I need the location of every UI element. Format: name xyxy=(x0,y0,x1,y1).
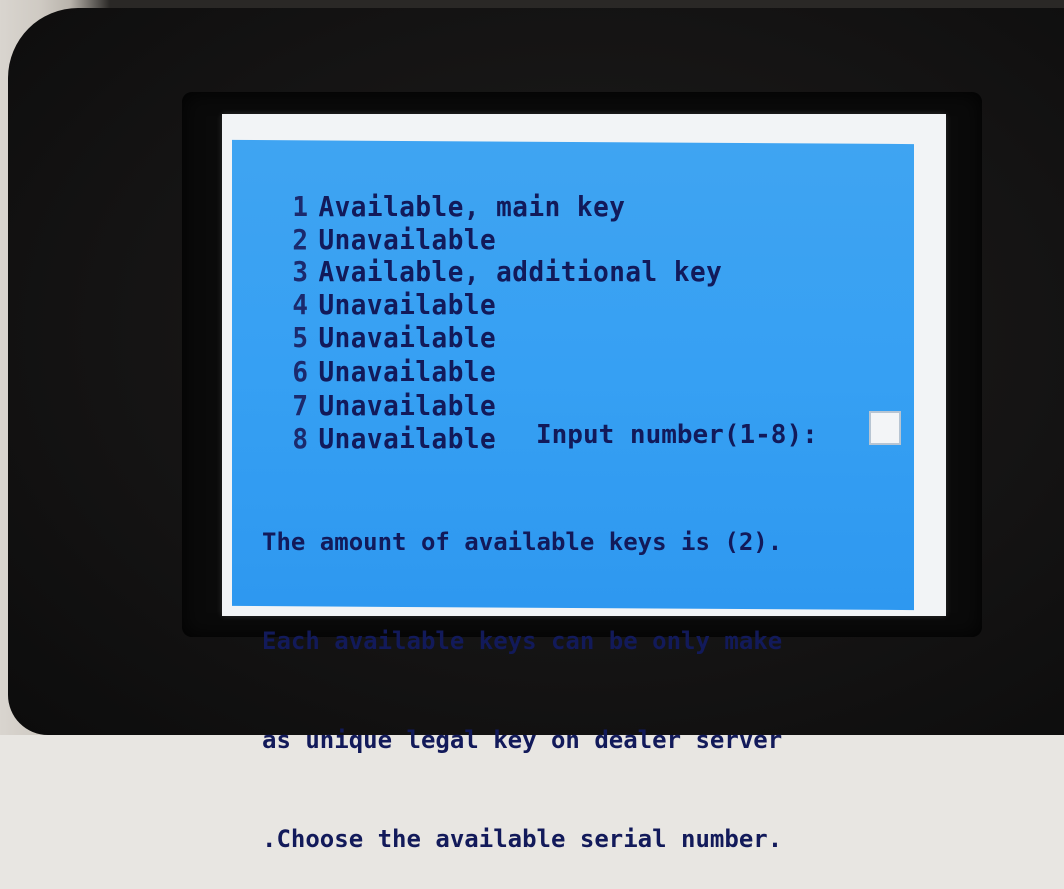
number-input-field[interactable] xyxy=(869,411,901,445)
key-slot-8[interactable]: 8 Unavailable xyxy=(260,393,496,456)
key-number: 8 xyxy=(292,424,309,456)
message-line: as unique legal key on dealer server xyxy=(262,726,783,754)
message-line: Each available keys can be only make xyxy=(262,627,783,655)
message-line: .Choose the available serial number. xyxy=(262,825,783,853)
key-status: Unavailable xyxy=(318,424,497,456)
info-message: The amount of available keys is (2). Eac… xyxy=(262,460,912,889)
input-prompt-label: Input number(1-8): xyxy=(536,420,818,450)
message-line: The amount of available keys is (2). xyxy=(262,528,783,556)
